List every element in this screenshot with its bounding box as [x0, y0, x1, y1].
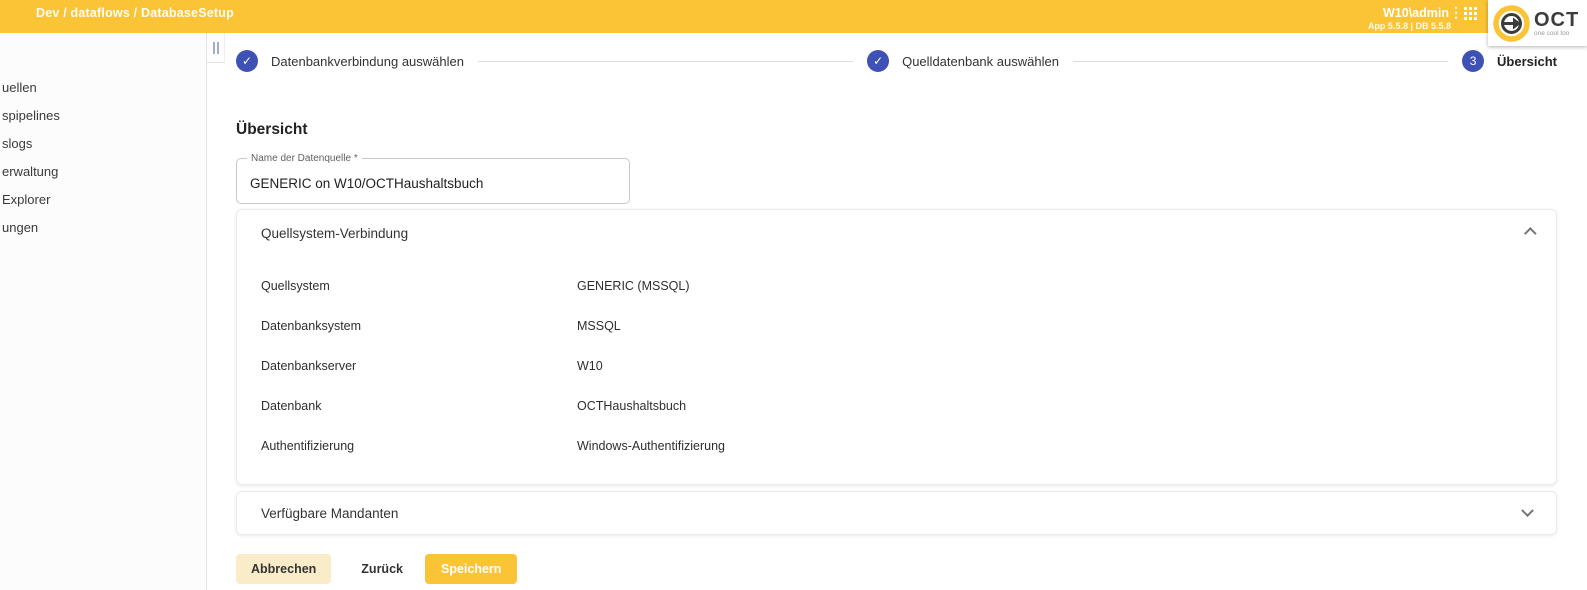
connection-panel-title: Quellsystem-Verbindung	[261, 226, 408, 241]
connection-panel-header[interactable]: Quellsystem-Verbindung	[237, 210, 1556, 256]
step-2-check-icon[interactable]: ✓	[867, 50, 889, 72]
sidebar-item-verwaltung[interactable]: erwaltung	[0, 157, 206, 185]
kv-value: Windows-Authentifizierung	[577, 439, 1532, 453]
kv-row-authentifizierung: Authentifizierung Windows-Authentifizier…	[237, 426, 1556, 466]
tenants-panel: Verfügbare Mandanten	[236, 491, 1557, 535]
logo-tagline: one cool too	[1534, 30, 1579, 37]
breadcrumb: Dev / dataflows / DatabaseSetup	[36, 6, 234, 20]
main-content: ✓ Datenbankverbindung auswählen ✓ Quelld…	[225, 33, 1587, 590]
kv-value: W10	[577, 359, 1532, 373]
sidebar-item-pipelines[interactable]: spipelines	[0, 101, 206, 129]
kv-row-datenbanksystem: Datenbanksystem MSSQL	[237, 306, 1556, 346]
kv-value: GENERIC (MSSQL)	[577, 279, 1532, 293]
kv-label: Datenbanksystem	[261, 319, 577, 333]
datasource-name-field[interactable]: Name der Datenquelle *	[236, 158, 630, 204]
oct-arrow-ring-icon	[1493, 5, 1530, 42]
tenants-panel-title: Verfügbare Mandanten	[261, 506, 398, 521]
step-3-overview[interactable]: 3 Übersicht	[1462, 50, 1557, 72]
app-version-label: App 5.5.8 | DB 5.5.8	[1368, 21, 1451, 31]
kv-value: OCTHaushaltsbuch	[577, 399, 1532, 413]
step-1-label: Datenbankverbindung auswählen	[271, 54, 464, 69]
chevron-up-icon[interactable]	[1524, 227, 1537, 240]
datasource-name-input[interactable]	[250, 176, 620, 191]
kv-label: Datenbankserver	[261, 359, 577, 373]
step-2-source-database[interactable]: ✓ Quelldatenbank auswählen	[867, 50, 1059, 72]
connection-panel-body: Quellsystem GENERIC (MSSQL) Datenbanksys…	[237, 256, 1556, 484]
step-connector	[478, 61, 853, 62]
step-1-database-connection[interactable]: ✓ Datenbankverbindung auswählen	[236, 50, 464, 72]
sidebar-item-logs[interactable]: slogs	[0, 129, 206, 157]
sidebar-item-einstellungen[interactable]: ungen	[0, 213, 206, 241]
datasource-name-label: Name der Datenquelle *	[247, 153, 362, 164]
page-title: Übersicht	[236, 121, 1557, 139]
chevron-down-icon[interactable]	[1521, 504, 1534, 517]
kv-label: Datenbank	[261, 399, 577, 413]
kv-row-datenbank: Datenbank OCTHaushaltsbuch	[237, 386, 1556, 426]
connection-panel: Quellsystem-Verbindung Quellsystem GENER…	[236, 209, 1557, 485]
kv-value: MSSQL	[577, 319, 1532, 333]
tenants-panel-header[interactable]: Verfügbare Mandanten	[237, 492, 1556, 534]
cancel-button[interactable]: Abbrechen	[236, 554, 331, 584]
kv-label: Authentifizierung	[261, 439, 577, 453]
sidebar-resize-handle[interactable]	[207, 33, 225, 63]
back-button[interactable]: Zurück	[349, 554, 415, 584]
sidebar-item-explorer[interactable]: Explorer	[0, 185, 206, 213]
kv-row-quellsystem: Quellsystem GENERIC (MSSQL)	[237, 266, 1556, 306]
logo-wordmark: OCT	[1534, 10, 1579, 30]
sidebar-item-quellen[interactable]: uellen	[0, 73, 206, 101]
wizard-stepper: ✓ Datenbankverbindung auswählen ✓ Quelld…	[236, 33, 1557, 89]
kv-label: Quellsystem	[261, 279, 577, 293]
wizard-actions: Abbrechen Zurück Speichern	[236, 554, 1557, 584]
kv-row-datenbankserver: Datenbankserver W10	[237, 346, 1556, 386]
top-app-bar: Dev / dataflows / DatabaseSetup W10\admi…	[0, 0, 1587, 33]
sidebar-nav: uellen spipelines slogs erwaltung Explor…	[0, 33, 207, 590]
step-1-check-icon[interactable]: ✓	[236, 50, 258, 72]
step-3-number-badge[interactable]: 3	[1462, 50, 1484, 72]
step-2-label: Quelldatenbank auswählen	[902, 54, 1059, 69]
step-3-label: Übersicht	[1497, 54, 1557, 69]
oct-logo: OCT one cool too	[1488, 0, 1587, 46]
logo-text: OCT one cool too	[1534, 10, 1579, 37]
step-connector	[1073, 61, 1448, 62]
save-button[interactable]: Speichern	[425, 554, 517, 584]
current-user-label[interactable]: W10\admin	[1383, 6, 1449, 20]
user-menu-icon[interactable]: ⋮	[1449, 5, 1463, 19]
apps-grid-icon[interactable]	[1464, 7, 1477, 20]
